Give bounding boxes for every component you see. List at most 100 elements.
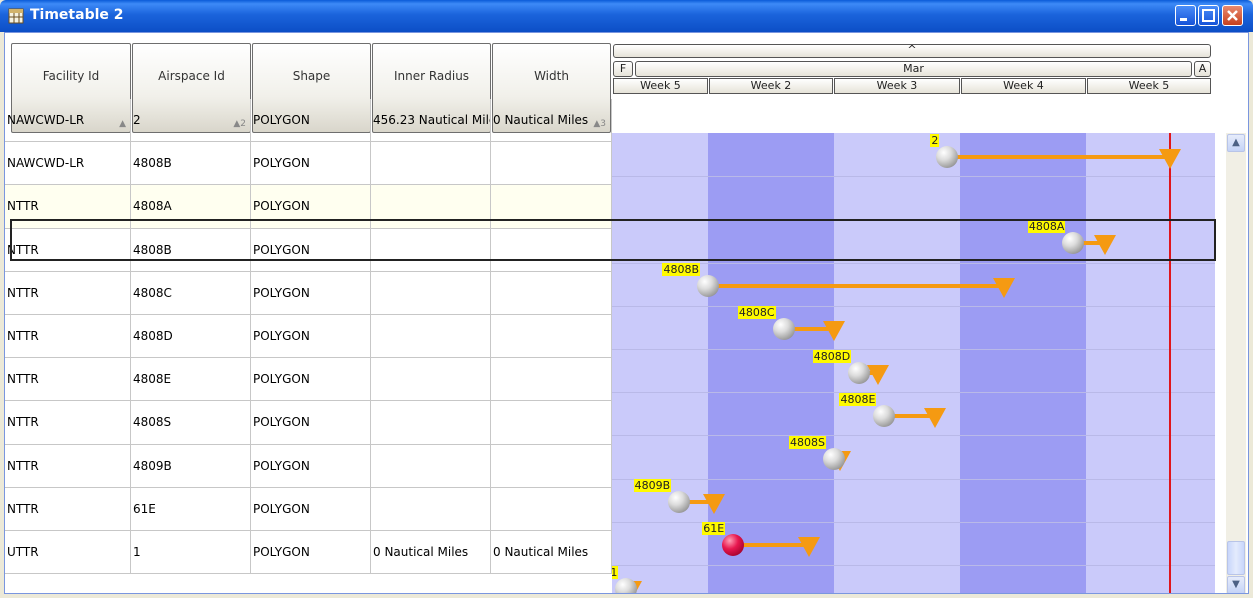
- cell-airspace-id[interactable]: 4808D: [131, 315, 251, 359]
- minimize-button[interactable]: [1175, 5, 1196, 26]
- cell-facility-id[interactable]: NTTR: [5, 315, 131, 359]
- cell-inner-radius[interactable]: [371, 401, 491, 445]
- cell-width[interactable]: 0 Nautical Miles: [491, 531, 612, 575]
- cell-width[interactable]: [491, 271, 612, 315]
- month-label[interactable]: Mar: [635, 61, 1192, 77]
- cell-inner-radius[interactable]: [371, 142, 491, 186]
- table-row[interactable]: NAWCWD-LR 4808B POLYGON: [5, 142, 612, 186]
- last-button[interactable]: A: [1194, 61, 1211, 77]
- cell-shape[interactable]: POLYGON: [251, 358, 371, 402]
- cell-airspace-id[interactable]: 1: [131, 531, 251, 575]
- table-row[interactable]: NAWCWD-LR 2 POLYGON 456.23 Nautical Miles 0 …: [5, 99, 612, 143]
- week-header[interactable]: Week 2: [709, 78, 833, 94]
- cell-facility-id[interactable]: NTTR: [5, 444, 131, 488]
- cell-text: 0 Nautical Miles: [493, 545, 589, 560]
- table-row[interactable]: NTTR 4808D POLYGON: [5, 315, 612, 359]
- cell-inner-radius[interactable]: [371, 444, 491, 488]
- schedule-start-marker[interactable]: [936, 145, 959, 168]
- vertical-scrollbar[interactable]: ▲ ▼: [1226, 133, 1246, 593]
- week-header[interactable]: Week 5: [613, 78, 708, 94]
- cell-text: 61E: [133, 501, 156, 516]
- collapse-timeline-button[interactable]: ^: [613, 44, 1211, 58]
- cell-airspace-id[interactable]: 4809B: [131, 444, 251, 488]
- cell-inner-radius[interactable]: [371, 315, 491, 359]
- cell-facility-id[interactable]: NTTR: [5, 487, 131, 531]
- cell-airspace-id[interactable]: 2: [131, 99, 251, 143]
- cell-facility-id[interactable]: NTTR: [5, 271, 131, 315]
- cell-text: NAWCWD-LR: [7, 113, 85, 128]
- cell-shape[interactable]: POLYGON: [251, 401, 371, 445]
- close-button[interactable]: [1222, 5, 1243, 26]
- schedule-end-arrow[interactable]: [993, 278, 1016, 299]
- cell-inner-radius[interactable]: [371, 271, 491, 315]
- cell-shape[interactable]: POLYGON: [251, 487, 371, 531]
- cell-facility-id[interactable]: UTTR: [5, 531, 131, 575]
- maximize-button[interactable]: [1198, 5, 1219, 26]
- scroll-thumb[interactable]: [1227, 541, 1245, 575]
- cell-width[interactable]: [491, 358, 612, 402]
- column-header-label: Airspace Id: [158, 69, 225, 83]
- cell-width[interactable]: [491, 487, 612, 531]
- schedule-end-arrow[interactable]: [823, 321, 845, 342]
- cell-width[interactable]: 0 Nautical Miles: [491, 99, 612, 143]
- cell-text: 4808E: [133, 372, 172, 387]
- cell-facility-id[interactable]: NAWCWD-LR: [5, 142, 131, 186]
- cell-facility-id[interactable]: NAWCWD-LR: [5, 99, 131, 143]
- timeline-body[interactable]: 24808A4808B4808C4808D4808E4808S4809B61E1: [612, 133, 1215, 593]
- table-row[interactable]: NTTR 4808C POLYGON: [5, 271, 612, 315]
- cell-inner-radius[interactable]: [371, 487, 491, 531]
- schedule-end-arrow[interactable]: [1158, 148, 1181, 169]
- cell-shape[interactable]: POLYGON: [251, 142, 371, 186]
- cell-facility-id[interactable]: NTTR: [5, 358, 131, 402]
- cell-shape[interactable]: POLYGON: [251, 444, 371, 488]
- title-bar[interactable]: Timetable 2: [0, 0, 1253, 32]
- table-row[interactable]: NTTR 61E POLYGON: [5, 487, 612, 531]
- cell-text: NTTR: [7, 285, 39, 300]
- scroll-up-button[interactable]: ▲: [1227, 134, 1245, 152]
- cell-airspace-id[interactable]: 61E: [131, 487, 251, 531]
- table-row[interactable]: NTTR 4808E POLYGON: [5, 358, 612, 402]
- cell-shape[interactable]: POLYGON: [251, 271, 371, 315]
- scroll-down-button[interactable]: ▼: [1227, 576, 1245, 593]
- cell-facility-id[interactable]: NTTR: [5, 401, 131, 445]
- cell-shape[interactable]: POLYGON: [251, 531, 371, 575]
- table-row[interactable]: NTTR 4808S POLYGON: [5, 401, 612, 445]
- cell-airspace-id[interactable]: 4808C: [131, 271, 251, 315]
- schedule-end-arrow[interactable]: [797, 537, 820, 558]
- cell-width[interactable]: [491, 142, 612, 186]
- cell-airspace-id[interactable]: 4808E: [131, 358, 251, 402]
- table-row[interactable]: NTTR 4809B POLYGON: [5, 444, 612, 488]
- schedule-bar[interactable]: [708, 284, 1005, 289]
- cell-text: 1: [133, 545, 141, 560]
- cell-inner-radius[interactable]: 456.23 Nautical Miles: [371, 99, 491, 143]
- schedule-label: 4808D: [812, 349, 852, 363]
- cell-text: NTTR: [7, 199, 39, 214]
- cell-text: POLYGON: [253, 329, 310, 344]
- schedule-end-arrow[interactable]: [703, 494, 726, 515]
- schedule-start-marker[interactable]: [823, 448, 845, 470]
- schedule-start-marker[interactable]: [772, 318, 795, 341]
- cell-airspace-id[interactable]: 4808S: [131, 401, 251, 445]
- minimize-icon: [1180, 18, 1187, 21]
- cell-width[interactable]: [491, 444, 612, 488]
- first-button[interactable]: F: [613, 61, 633, 77]
- week-header[interactable]: Week 4: [961, 78, 1086, 94]
- schedule-start-marker[interactable]: [848, 361, 871, 384]
- schedule-bar[interactable]: [947, 154, 1170, 159]
- cell-text: NTTR: [7, 501, 39, 516]
- cell-text: 4808A: [133, 199, 172, 214]
- week-header[interactable]: Week 3: [834, 78, 960, 94]
- cell-inner-radius[interactable]: 0 Nautical Miles: [371, 531, 491, 575]
- schedule-end-arrow[interactable]: [923, 407, 946, 428]
- cell-text: POLYGON: [253, 501, 310, 516]
- cell-text: 4808C: [133, 285, 172, 300]
- cell-inner-radius[interactable]: [371, 358, 491, 402]
- table-row[interactable]: UTTR 1 POLYGON 0 Nautical Miles 0 Nautical M…: [5, 531, 612, 575]
- cell-airspace-id[interactable]: 4808B: [131, 142, 251, 186]
- cell-shape[interactable]: POLYGON: [251, 315, 371, 359]
- week-header[interactable]: Week 5: [1087, 78, 1211, 94]
- cell-width[interactable]: [491, 401, 612, 445]
- schedule-end-arrow[interactable]: [867, 364, 890, 385]
- cell-width[interactable]: [491, 315, 612, 359]
- cell-shape[interactable]: POLYGON: [251, 99, 371, 143]
